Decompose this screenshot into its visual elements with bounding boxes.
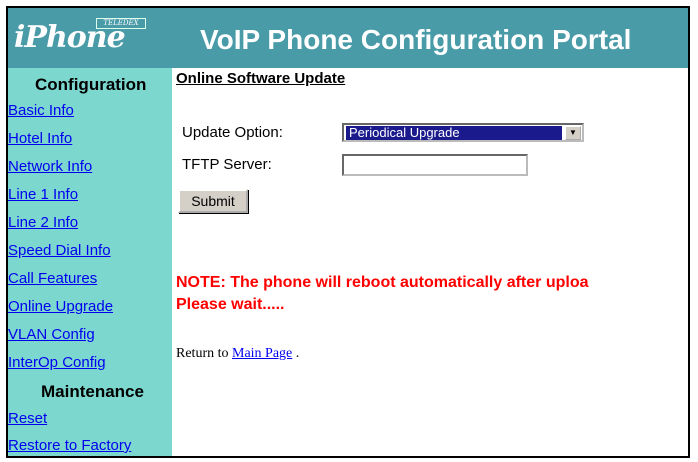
sidebar-item-hotel-info[interactable]: Hotel Info	[8, 130, 72, 147]
return-suffix: .	[295, 346, 300, 361]
sidebar-item-line2-info[interactable]: Line 2 Info	[8, 214, 78, 231]
sidebar-item-network-info[interactable]: Network Info	[8, 158, 92, 175]
sidebar-item-interop-config[interactable]: InterOp Config	[8, 354, 106, 371]
sidebar: Configuration Basic Info Hotel Info Netw…	[8, 68, 172, 456]
sidebar-item-online-upgrade[interactable]: Online Upgrade	[8, 298, 113, 315]
main-content: Online Software Update Update Option: Pe…	[172, 68, 688, 456]
update-option-label: Update Option:	[182, 124, 283, 141]
submit-button[interactable]: Submit	[178, 189, 248, 213]
return-prefix: Return to	[176, 346, 229, 361]
header-bar: iPhone TELEDEX VoIP Phone Configuration …	[8, 8, 688, 68]
page-title: Online Software Update	[176, 70, 346, 87]
portal-frame: iPhone TELEDEX VoIP Phone Configuration …	[6, 6, 690, 458]
sidebar-item-speed-dial-info[interactable]: Speed Dial Info	[8, 242, 111, 259]
main-page-link[interactable]: Main Page	[232, 346, 292, 361]
update-option-value: Periodical Upgrade	[346, 126, 562, 140]
please-wait-note: Please wait.....	[176, 296, 285, 313]
sidebar-item-basic-info[interactable]: Basic Info	[8, 102, 74, 119]
reboot-note: NOTE: The phone will reboot automaticall…	[176, 274, 589, 291]
configuration-heading: Configuration	[35, 75, 147, 94]
sidebar-item-call-features[interactable]: Call Features	[8, 270, 97, 287]
iphone-logo: iPhone TELEDEX	[10, 8, 160, 68]
sidebar-item-line1-info[interactable]: Line 1 Info	[8, 186, 78, 203]
logo-badge: TELEDEX	[96, 18, 146, 29]
tftp-server-label: TFTP Server:	[182, 156, 272, 173]
sidebar-item-restore-factory[interactable]: Restore to Factory	[8, 437, 131, 454]
return-line: Return to Main Page .	[176, 346, 299, 362]
sidebar-item-reset[interactable]: Reset	[8, 410, 47, 427]
maintenance-heading: Maintenance	[41, 382, 144, 401]
update-option-select[interactable]: Periodical Upgrade ▼	[342, 123, 584, 142]
sidebar-item-vlan-config[interactable]: VLAN Config	[8, 326, 95, 343]
chevron-down-icon[interactable]: ▼	[565, 126, 581, 140]
portal-title: VoIP Phone Configuration Portal	[200, 24, 632, 55]
tftp-server-input[interactable]	[342, 154, 528, 176]
